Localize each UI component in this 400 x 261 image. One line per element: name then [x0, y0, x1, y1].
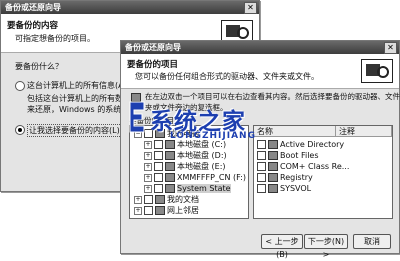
- tree-item-label: 本地磁盘 (D:): [177, 151, 227, 160]
- tree-item[interactable]: + 本地磁盘 (E:): [144, 161, 226, 172]
- list-item-label: Active Directory: [280, 140, 345, 149]
- list-item-label: Registry: [280, 173, 313, 182]
- front-window-title: 备份或还原向导: [125, 43, 181, 52]
- backup-items-list[interactable]: 名称 注释 Active Directory Boot Files COM+ C…: [253, 125, 393, 219]
- list-item[interactable]: Active Directory: [257, 139, 344, 150]
- back-window-title: 备份或还原向导: [5, 3, 61, 12]
- list-item[interactable]: Registry: [257, 172, 313, 183]
- option-all-info-desc1: 包括这台计算机上的所有数: [27, 94, 123, 103]
- tree-item-label: 本地磁盘 (E:): [177, 162, 226, 171]
- expand-icon[interactable]: +: [134, 195, 142, 204]
- back-header-title: 要备份的内容: [7, 21, 59, 31]
- back-button[interactable]: < 上一步(B): [261, 234, 303, 259]
- cancel-button[interactable]: 取消: [353, 234, 391, 249]
- back-question: 要备份什么？: [15, 62, 63, 71]
- option-choose-radio[interactable]: [15, 125, 25, 135]
- expand-icon[interactable]: +: [144, 140, 152, 149]
- option-all-info-label: 这台计算机上的所有信息(A): [27, 81, 127, 90]
- instruction-line1: 在左边双击一个项目可以在右边查看其内容。然后选择要备份的驱动器、文件: [145, 92, 400, 101]
- tree-item-label: System State: [177, 184, 231, 193]
- front-header-title: 要备份的项目: [127, 60, 179, 70]
- system-state-icon: [165, 184, 175, 193]
- component-icon: [268, 151, 278, 160]
- tree-item[interactable]: + 网上邻居: [134, 205, 199, 216]
- close-icon[interactable]: ✕: [384, 42, 397, 54]
- front-header: 要备份的项目 您可以备份任何组合形式的驱动器、文件夹或文件。: [121, 54, 399, 89]
- back-header-desc: 可指定想备份的项目。: [15, 34, 95, 43]
- checkbox[interactable]: [257, 173, 266, 182]
- checkbox[interactable]: [154, 151, 163, 160]
- component-icon: [268, 184, 278, 193]
- option-all-info-desc2: 来还原，Windows 的系统分: [27, 105, 130, 114]
- checkbox[interactable]: [257, 151, 266, 160]
- tree-item-label: 本地磁盘 (C:): [177, 140, 227, 149]
- component-icon: [268, 140, 278, 149]
- checkbox[interactable]: [154, 162, 163, 171]
- tree-item[interactable]: + 本地磁盘 (D:): [144, 150, 227, 161]
- component-icon: [268, 173, 278, 182]
- checkbox[interactable]: [144, 195, 153, 204]
- checkbox[interactable]: [154, 173, 163, 182]
- expand-icon[interactable]: +: [144, 184, 152, 193]
- folder-icon: [155, 195, 165, 204]
- option-choose-label: 让我选择要备份的内容(L): [27, 124, 122, 137]
- tree-item-label: XMMFFFP_CN (F:): [177, 173, 246, 182]
- tree-item[interactable]: + 我的文档: [134, 194, 199, 205]
- column-header-comment[interactable]: 注释: [336, 126, 392, 137]
- checkbox[interactable]: [154, 140, 163, 149]
- backup-wizard-icon: [361, 59, 393, 83]
- drive-icon: [165, 140, 175, 149]
- next-button[interactable]: 下一步(N) >: [304, 234, 348, 259]
- expand-icon[interactable]: +: [144, 151, 152, 160]
- watermark-logo-icon: [129, 101, 145, 133]
- list-item-label: COM+ Class Re...: [280, 162, 350, 171]
- tree-item-label: 我的文档: [167, 195, 199, 204]
- back-title-bar[interactable]: 备份或还原向导 ✕: [1, 1, 259, 14]
- list-item[interactable]: Boot Files: [257, 150, 319, 161]
- network-icon: [155, 206, 165, 215]
- list-item[interactable]: COM+ Class Re...: [257, 161, 349, 172]
- front-title-bar[interactable]: 备份或还原向导 ✕: [121, 41, 399, 54]
- column-header-name[interactable]: 名称: [254, 126, 336, 137]
- list-item-label: SYSVOL: [280, 184, 312, 193]
- expand-icon[interactable]: +: [144, 173, 152, 182]
- tree-item[interactable]: + System State: [144, 183, 231, 194]
- drive-icon: [165, 151, 175, 160]
- cd-drive-icon: [165, 173, 175, 182]
- checkbox[interactable]: [144, 206, 153, 215]
- drive-icon: [165, 162, 175, 171]
- list-item-label: Boot Files: [280, 151, 319, 160]
- checkbox[interactable]: [257, 162, 266, 171]
- checkbox[interactable]: [257, 140, 266, 149]
- checkbox[interactable]: [257, 184, 266, 193]
- list-item[interactable]: SYSVOL: [257, 183, 311, 194]
- component-icon: [268, 162, 278, 171]
- checkbox[interactable]: [154, 184, 163, 193]
- tree-item[interactable]: + XMMFFFP_CN (F:): [144, 172, 246, 183]
- option-all-info-radio[interactable]: [15, 81, 25, 91]
- watermark-subtext: LONGZHIJIANG: [170, 131, 256, 141]
- tree-item-label: 网上邻居: [167, 206, 199, 215]
- front-header-desc: 您可以备份任何组合形式的驱动器、文件夹或文件。: [135, 72, 319, 81]
- expand-icon[interactable]: +: [134, 206, 142, 215]
- close-icon[interactable]: ✕: [244, 2, 257, 14]
- expand-icon[interactable]: +: [144, 162, 152, 171]
- backup-wizard-front-window: 备份或还原向导 ✕ 要备份的项目 您可以备份任何组合形式的驱动器、文件夹或文件。…: [120, 40, 400, 259]
